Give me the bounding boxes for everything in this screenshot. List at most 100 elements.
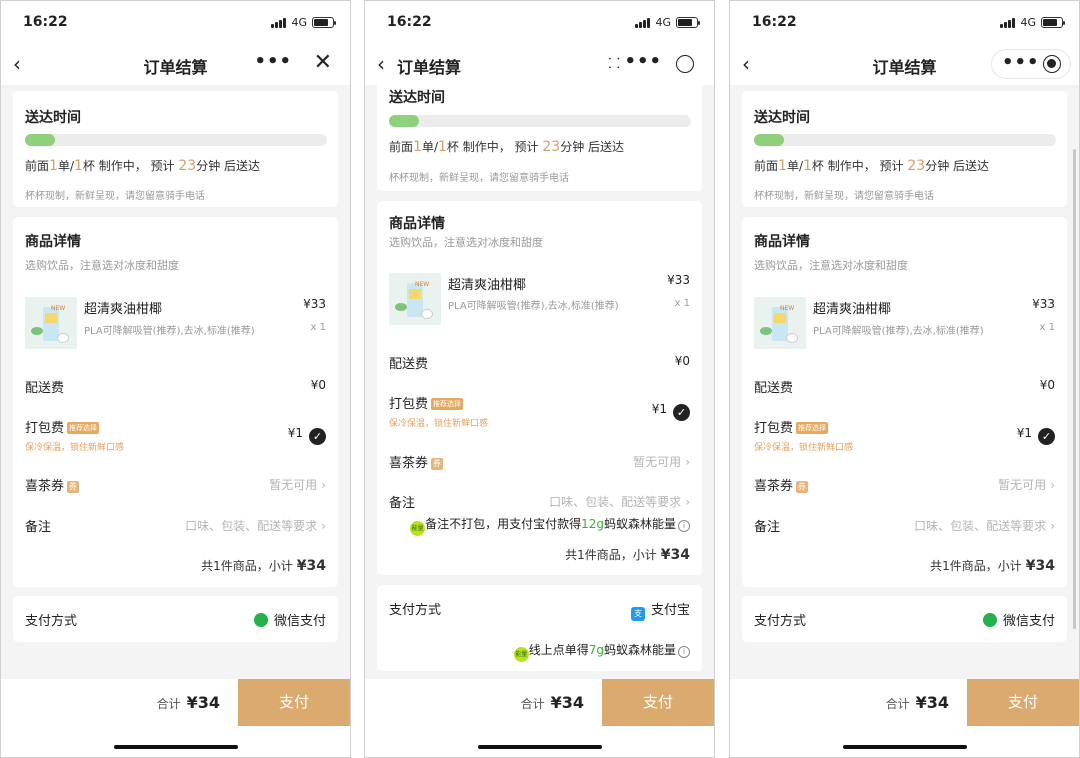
network-label: 4G — [655, 16, 671, 29]
total-amount: 合计 ¥34 — [156, 693, 220, 712]
close-icon[interactable]: ✕ — [314, 50, 332, 75]
battery-icon — [676, 17, 700, 28]
phone-screen-1: 16:22 4G ‹ 订单结算 ••• ✕ 送达时间 前面1单/1杯 制作中， … — [0, 0, 351, 758]
payment-card[interactable]: 支付方式 支支付宝 能量 线上点单得7g蚂蚁森林能量 i — [377, 585, 702, 671]
coupon-row[interactable]: 喜茶券券 — [25, 475, 80, 494]
product-spec: PLA可降解吸管(推荐),去冰,标准(推荐) — [448, 301, 619, 312]
delivery-fee-value: ¥0 — [674, 354, 690, 368]
checkout-bar: 合计 ¥34 支付 — [730, 679, 1079, 726]
packing-fee-value: ¥1 — [651, 402, 667, 416]
product-spec: PLA可降解吸管(推荐),去冰,标准(推荐) — [84, 326, 255, 337]
payment-card[interactable]: 支付方式 微信支付 — [13, 596, 338, 642]
status-time: 16:22 — [387, 14, 432, 30]
checkout-bar: 合计 ¥34 支付 — [365, 679, 714, 726]
pay-button[interactable]: 支付 — [967, 679, 1079, 726]
delivery-progress-fill — [754, 134, 785, 146]
recommended-badge: 推荐选择 — [67, 422, 100, 434]
status-bar: 16:22 4G — [365, 1, 714, 45]
more-icon[interactable]: ••• — [254, 51, 292, 72]
chevron-right-icon: › — [1050, 519, 1055, 533]
delivery-progress-fill — [25, 134, 56, 146]
delivery-title: 送达时间 — [754, 110, 810, 126]
coupon-icon: 券 — [796, 481, 809, 493]
product-spec: PLA可降解吸管(推荐),去冰,标准(推荐) — [813, 326, 984, 337]
home-indicator[interactable] — [114, 745, 238, 749]
payment-card[interactable]: 支付方式 微信支付 — [742, 596, 1067, 642]
home-indicator[interactable] — [478, 745, 602, 749]
delivery-fee-label: 配送费 — [754, 381, 794, 396]
queue-status: 前面1单/1杯 制作中， 预计 23分钟 后送达 — [754, 158, 990, 174]
coupon-value[interactable]: 暂无可用 › — [269, 476, 326, 493]
remark-label: 备注 — [25, 520, 52, 535]
check-icon: ✓ — [1038, 428, 1055, 445]
product-qty: x 1 — [310, 322, 326, 333]
status-bar: 16:22 4G — [730, 1, 1079, 45]
goods-subtitle: 选购饮品，注意选对冰度和甜度 — [754, 259, 908, 272]
goods-subtitle: 选购饮品，注意选对冰度和甜度 — [389, 236, 543, 249]
checkout-bar: 合计 ¥34 支付 — [1, 679, 350, 726]
packing-fee-row[interactable]: 打包费 推荐选择 — [25, 417, 100, 436]
coupon-value[interactable]: 暂无可用 › — [998, 476, 1055, 493]
info-icon[interactable]: i — [678, 520, 690, 532]
packing-hint: 保冷保温，锁住新鲜口感 — [754, 443, 854, 453]
coupon-value[interactable]: 暂无可用 › — [633, 453, 690, 470]
packing-hint: 保冷保温，锁住新鲜口感 — [389, 419, 489, 429]
signal-icon — [1000, 17, 1016, 28]
packing-fee-row[interactable]: 打包费 推荐选择 — [754, 417, 829, 436]
close-icon[interactable] — [676, 55, 694, 73]
forest-energy-pay-tip: 能量 线上点单得7g蚂蚁森林能量 i — [513, 641, 690, 662]
remark-input[interactable]: 口味、包装、配送等要求 › — [914, 517, 1055, 534]
signal-icon — [635, 17, 651, 28]
check-icon: ✓ — [673, 404, 690, 421]
pay-button[interactable]: 支付 — [602, 679, 714, 726]
product-qty: x 1 — [1039, 322, 1055, 333]
scrollbar[interactable] — [1073, 149, 1076, 629]
payment-method[interactable]: 微信支付 — [253, 610, 326, 629]
remark-input[interactable]: 口味、包装、配送等要求 › — [185, 517, 326, 534]
remark-label: 备注 — [754, 520, 781, 535]
remark-input[interactable]: 口味、包装、配送等要求 › — [549, 493, 690, 510]
alipay-icon: 支 — [630, 607, 645, 621]
nav-bar: ‹ 订单结算 ••• — [730, 45, 1079, 85]
delivery-title: 送达时间 — [25, 110, 81, 126]
wechat-pay-icon — [982, 613, 997, 627]
phone-screen-3: 16:22 4G ‹ 订单结算 ••• 送达时间 前面1单/1杯 制作中， 预计… — [729, 0, 1080, 758]
delivery-fee-label: 配送费 — [25, 381, 65, 396]
product-name: 超清爽油柑椰 — [813, 302, 892, 317]
info-icon[interactable]: i — [678, 646, 690, 658]
payment-label: 支付方式 — [25, 614, 78, 629]
battery-icon — [1041, 17, 1065, 28]
total-amount: 合计 ¥34 — [520, 693, 584, 712]
goods-title: 商品详情 — [754, 234, 810, 250]
payment-method[interactable]: 支支付宝 — [630, 599, 690, 621]
scan-icon[interactable]: ⸬ — [608, 54, 620, 73]
network-label: 4G — [1020, 16, 1036, 29]
queue-status: 前面1单/1杯 制作中， 预计 23分钟 后送达 — [25, 158, 261, 174]
packing-fee-value: ¥1 — [287, 426, 303, 440]
close-icon[interactable] — [1043, 55, 1061, 73]
wechat-pay-icon — [253, 613, 268, 627]
ant-forest-icon: 能量 — [410, 521, 426, 536]
delivery-time-card: 送达时间 前面1单/1杯 制作中， 预计 23分钟 后送达 杯杯现制，新鲜呈现，… — [13, 91, 338, 207]
packing-fee-row[interactable]: 打包费 推荐选择 — [389, 393, 464, 412]
back-icon[interactable]: ‹ — [377, 53, 397, 75]
check-icon: ✓ — [309, 428, 326, 445]
product-image: NEW — [25, 297, 77, 349]
coupon-row[interactable]: 喜茶券券 — [754, 475, 809, 494]
payment-label: 支付方式 — [389, 603, 442, 618]
chevron-right-icon: › — [685, 495, 690, 509]
product-price: ¥33 — [303, 297, 326, 311]
pay-button[interactable]: 支付 — [238, 679, 350, 726]
subtotal: 共1件商品，小计 ¥34 — [201, 558, 326, 574]
coupon-row[interactable]: 喜茶券券 — [389, 452, 444, 471]
nav-bar: ‹ 订单结算 ••• ✕ — [1, 45, 350, 85]
delivery-time-card: 送达时间 前面1单/1杯 制作中， 预计 23分钟 后送达 杯杯现制，新鲜呈现，… — [742, 91, 1067, 207]
home-indicator[interactable] — [843, 745, 967, 749]
product-price: ¥33 — [1032, 297, 1055, 311]
payment-method[interactable]: 微信支付 — [982, 610, 1055, 629]
chevron-right-icon: › — [321, 478, 326, 492]
delivery-fee-value: ¥0 — [1039, 378, 1055, 392]
delivery-fee-label: 配送费 — [389, 357, 429, 372]
more-icon[interactable]: ••• — [1002, 52, 1040, 73]
more-icon[interactable]: ••• — [624, 51, 662, 72]
